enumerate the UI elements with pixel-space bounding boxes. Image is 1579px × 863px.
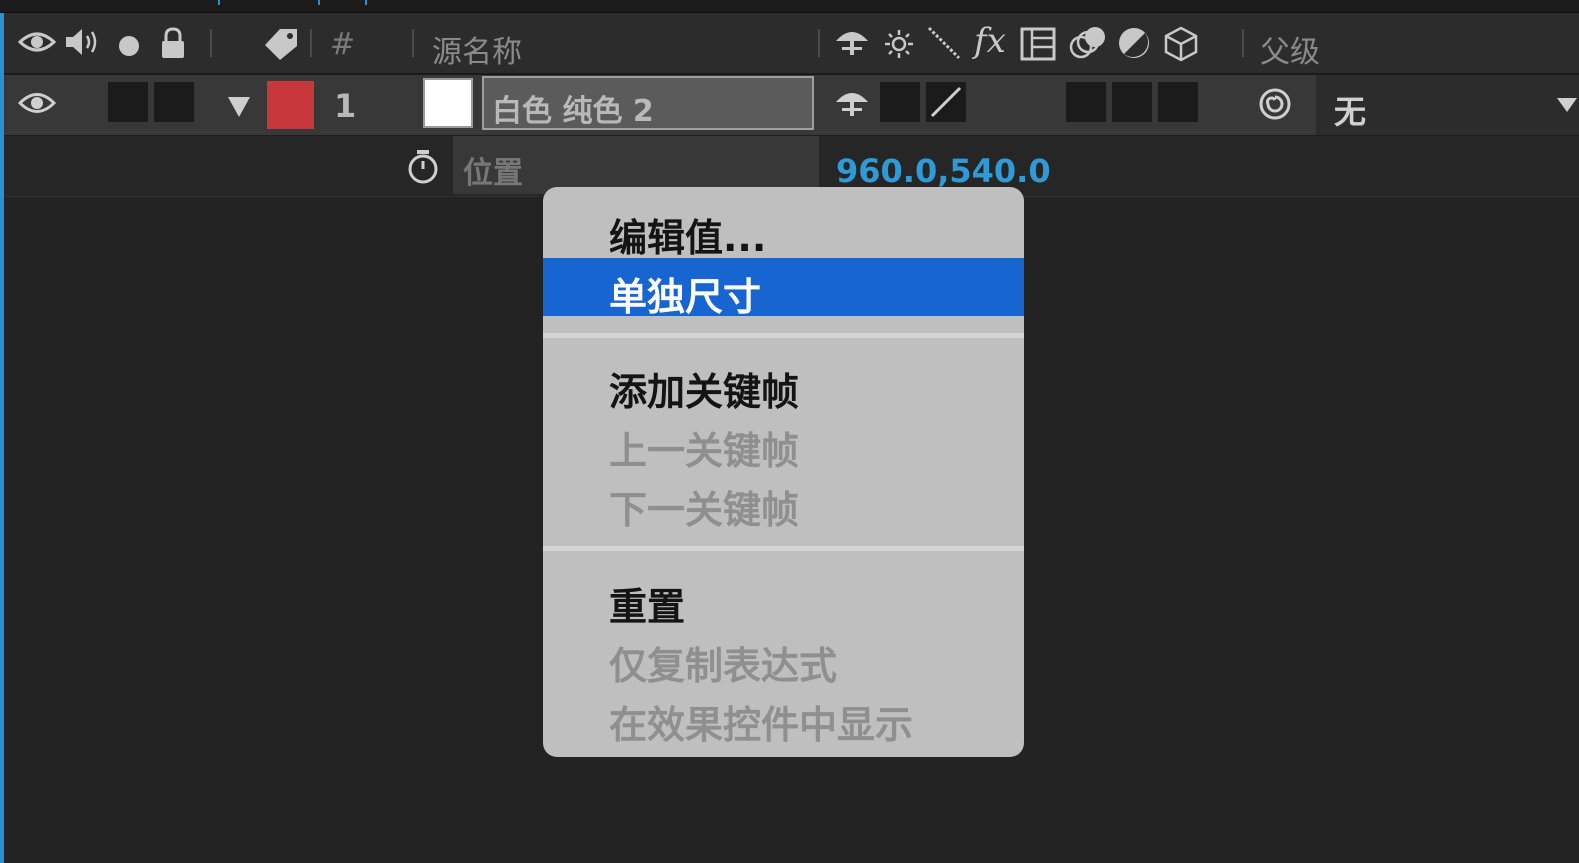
layer-shy-icon[interactable] (834, 89, 870, 123)
layer-row[interactable]: 1 白色 纯色 2 无 (4, 75, 1579, 136)
stopwatch-icon[interactable] (406, 148, 440, 188)
column-divider (1242, 29, 1244, 57)
column-divider (818, 29, 820, 57)
timeline-tick (365, 0, 367, 5)
layer-number: 1 (334, 87, 357, 125)
solo-dot-icon[interactable] (118, 35, 140, 61)
layer-adjustment-toggle[interactable] (1112, 82, 1152, 122)
expand-triangle-icon[interactable] (226, 95, 252, 123)
layer-quality-toggle[interactable] (926, 82, 966, 122)
3d-cube-icon[interactable] (1162, 25, 1200, 67)
pickwhip-spiral-icon[interactable] (1258, 87, 1292, 125)
timeline-tick (218, 0, 220, 5)
eye-icon[interactable] (17, 29, 57, 59)
column-parent-header[interactable]: 父级 (1260, 27, 1320, 71)
menu-item-edit-value[interactable]: 编辑值... (543, 199, 1024, 260)
layer-3d-toggle[interactable] (1158, 82, 1198, 122)
menu-item-separate-dimensions[interactable]: 单独尺寸 (543, 258, 1024, 319)
column-divider (210, 29, 212, 57)
menu-item-copy-expression-only[interactable]: 仅复制表达式 (543, 627, 1024, 688)
frame-blend-icon[interactable] (1020, 27, 1056, 65)
property-value[interactable]: 960.0,540.0 (836, 152, 1051, 190)
quality-slash-icon[interactable] (926, 25, 962, 65)
parent-dropdown[interactable]: 无 (1316, 75, 1579, 135)
column-divider (412, 29, 414, 57)
column-divider (310, 29, 312, 57)
shy-icon[interactable] (834, 29, 870, 61)
layer-visibility-eye-icon[interactable] (17, 89, 57, 121)
parent-dropdown-value: 无 (1334, 93, 1367, 131)
layer-thumbnail (423, 78, 473, 128)
menu-item-previous-keyframe[interactable]: 上一关键帧 (543, 412, 1024, 473)
context-menu: 编辑值... 单独尺寸 添加关键帧 上一关键帧 下一关键帧 重置 仅复制表达式 … (543, 187, 1024, 757)
label-tag-icon[interactable] (260, 27, 300, 65)
motion-blur-icon[interactable] (1068, 25, 1108, 65)
column-source-name-header[interactable]: 源名称 (432, 27, 522, 71)
adjustment-layer-icon[interactable] (1116, 25, 1152, 65)
layer-collapse-toggle[interactable] (880, 82, 920, 122)
fx-icon[interactable]: fx (974, 21, 1006, 61)
menu-item-reset[interactable]: 重置 (543, 568, 1024, 629)
dropdown-arrow-icon (1556, 97, 1578, 117)
layer-name-field[interactable]: 白色 纯色 2 (482, 76, 814, 130)
menu-separator (543, 546, 1024, 551)
layer-label-color[interactable] (267, 81, 314, 129)
layer-lock-toggle[interactable] (154, 82, 194, 122)
timeline-column-header: # 源名称 fx 父级 (4, 13, 1579, 75)
menu-item-add-keyframe[interactable]: 添加关键帧 (543, 353, 1024, 414)
timeline-tick (318, 0, 320, 5)
speaker-icon[interactable] (64, 27, 100, 61)
collapse-sun-icon[interactable] (884, 29, 914, 63)
menu-item-show-in-effect-controls[interactable]: 在效果控件中显示 (543, 686, 1024, 747)
layer-motion-blur-toggle[interactable] (1066, 82, 1106, 122)
column-number-header: # (330, 27, 356, 62)
property-name-cell[interactable]: 位置 (453, 136, 819, 194)
layer-name: 白色 纯色 2 (492, 94, 654, 129)
property-name: 位置 (463, 156, 523, 191)
menu-item-next-keyframe[interactable]: 下一关键帧 (543, 471, 1024, 532)
menu-separator (543, 333, 1024, 338)
layer-solo-toggle[interactable] (108, 82, 148, 122)
lock-icon[interactable] (160, 27, 186, 63)
timeline-top-strip (0, 0, 1579, 13)
